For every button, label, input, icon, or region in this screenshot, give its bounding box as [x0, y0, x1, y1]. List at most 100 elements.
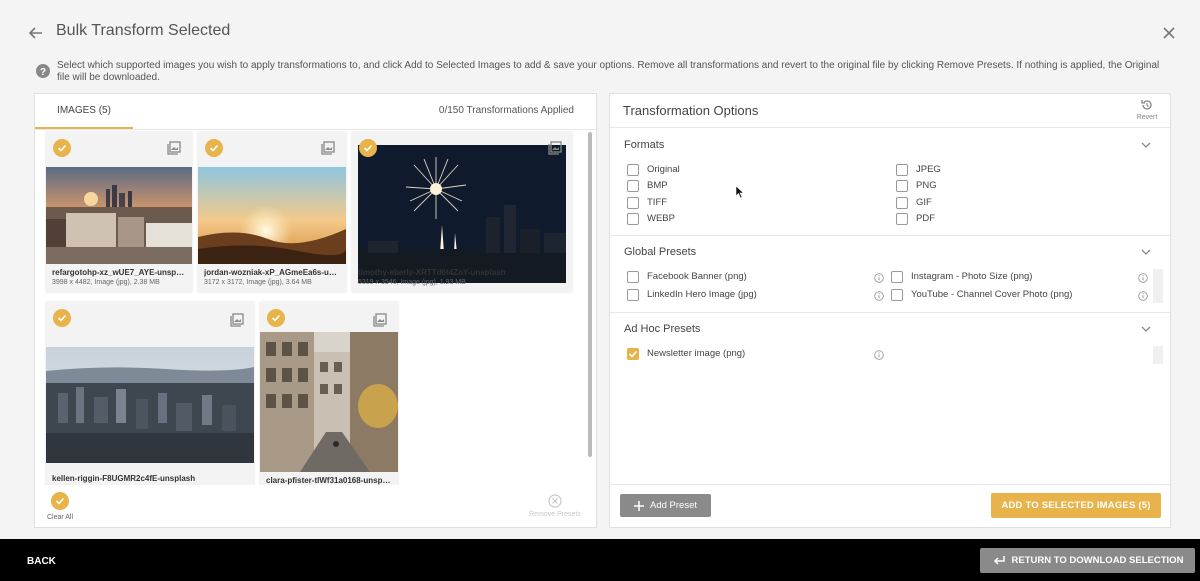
footer-bar: BACK RETURN TO DOWNLOAD SELECTION [0, 539, 1200, 581]
page-title: Bulk Transform Selected [56, 22, 231, 39]
checkbox-webp[interactable] [627, 213, 639, 225]
divider [610, 127, 1170, 128]
checkbox-pdf[interactable] [896, 213, 908, 225]
image-card[interactable]: refargotohp-xz_wUE7_AYE-unsplash 3998 x … [46, 132, 192, 292]
formats-section-title: Formats [624, 139, 665, 151]
return-icon [993, 555, 1005, 565]
checkbox-jpeg[interactable] [896, 164, 908, 176]
checkbox-bmp[interactable] [627, 180, 639, 192]
gallery-icon[interactable] [548, 141, 562, 155]
remove-presets-button[interactable]: Remove Presets [525, 494, 585, 518]
image-thumbnail [198, 167, 346, 264]
chevron-down-icon[interactable] [1140, 139, 1152, 151]
divider [610, 312, 1170, 313]
remove-presets-label: Remove Presets [529, 511, 581, 518]
preset-label: Facebook Banner (png) [647, 271, 747, 282]
gallery-icon[interactable] [230, 313, 244, 327]
clear-all-button[interactable]: Clear All [45, 492, 75, 521]
gallery-icon[interactable] [373, 313, 387, 327]
checkbox-instagram-photo[interactable] [891, 271, 903, 283]
transformation-options-panel: Transformation Options Revert Formats Or… [609, 93, 1171, 528]
image-meta: 3172 x 3172, Image (jpg), 3.64 MB [204, 279, 312, 286]
preset-label: LinkedIn Hero Image (jpg) [647, 289, 757, 300]
scrollbar[interactable] [1153, 269, 1163, 303]
selected-check-icon[interactable] [267, 309, 285, 327]
svg-text:?: ? [40, 67, 46, 78]
tab-images[interactable]: IMAGES (5) [35, 94, 133, 129]
plus-icon [634, 500, 644, 511]
image-grid: refargotohp-xz_wUE7_AYE-unsplash 3998 x … [35, 130, 596, 485]
image-filename: timothy-eberly-XRTTd6t4ZnY-unsplash [358, 268, 506, 277]
checkbox-gif[interactable] [896, 197, 908, 209]
scrollbar[interactable] [588, 132, 592, 457]
instructions-text: Select which supported images you wish t… [57, 60, 1160, 83]
checkbox-facebook-banner[interactable] [627, 271, 639, 283]
format-label: GIF [916, 197, 932, 208]
selected-check-icon[interactable] [205, 139, 223, 157]
image-card[interactable]: jordan-wozniak-xP_AGmeEa6s-unsplash 3172… [198, 132, 346, 292]
preset-label: Newsletter image (png) [647, 348, 746, 359]
image-card[interactable]: clara-pfister-tIWf31a0168-unsplash [260, 302, 398, 485]
back-arrow-icon[interactable] [27, 24, 45, 42]
format-label: PDF [916, 213, 935, 224]
checkbox-tiff[interactable] [627, 197, 639, 209]
format-label: WEBP [647, 213, 675, 224]
format-label: TIFF [647, 197, 668, 208]
image-thumbnail [260, 332, 398, 472]
scrollbar[interactable] [1153, 346, 1163, 364]
return-label: RETURN TO DOWNLOAD SELECTION [1011, 555, 1184, 566]
image-meta: 3998 x 4482, Image (jpg), 2.38 MB [52, 279, 160, 286]
back-button[interactable]: BACK [27, 556, 56, 567]
info-icon[interactable] [1138, 291, 1148, 301]
checkbox-original[interactable] [627, 164, 639, 176]
image-filename: kellen-riggin-F8UGMR2c4fE-unsplash [52, 474, 196, 483]
image-card[interactable]: kellen-riggin-F8UGMR2c4fE-unsplash [46, 302, 254, 485]
revert-button[interactable]: Revert [1132, 98, 1162, 121]
format-label: PNG [916, 180, 937, 191]
page-header: Bulk Transform Selected ? Select which s… [0, 0, 1200, 92]
preset-label: YouTube - Channel Cover Photo (png) [911, 289, 1073, 300]
image-meta: 5319 x 3546, Image (jpg), 1.93 MB [358, 279, 466, 286]
format-label: Original [647, 164, 680, 175]
add-to-selected-images-button[interactable]: ADD TO SELECTED IMAGES (5) [991, 493, 1161, 518]
image-card[interactable]: timothy-eberly-XRTTd6t4ZnY-unsplash 5319… [352, 132, 572, 292]
info-icon[interactable] [874, 350, 884, 360]
transformations-applied-count: 0/150 Transformations Applied [438, 105, 574, 116]
info-icon[interactable] [1138, 273, 1148, 283]
info-icon[interactable] [874, 291, 884, 301]
chevron-down-icon[interactable] [1140, 323, 1152, 335]
preset-label: Instagram - Photo Size (png) [911, 271, 1033, 282]
global-presets-section-title: Global Presets [624, 246, 697, 258]
image-thumbnail [358, 145, 566, 283]
format-label: JPEG [916, 164, 941, 175]
checkbox-youtube-cover[interactable] [891, 289, 903, 301]
info-icon[interactable] [874, 273, 884, 283]
gallery-icon[interactable] [321, 141, 335, 155]
chevron-down-icon[interactable] [1140, 246, 1152, 258]
add-preset-button[interactable]: Add Preset [620, 494, 711, 517]
mouse-cursor-icon [736, 186, 744, 199]
image-filename: clara-pfister-tIWf31a0168-unsplash [266, 476, 392, 485]
image-filename: jordan-wozniak-xP_AGmeEa6s-unsplash [204, 268, 340, 277]
close-icon[interactable] [1160, 24, 1178, 42]
images-panel: IMAGES (5) 0/150 Transformations Applied [34, 93, 597, 528]
clear-all-label: Clear All [46, 514, 74, 521]
return-to-download-selection-button[interactable]: RETURN TO DOWNLOAD SELECTION [980, 548, 1195, 573]
checkbox-png[interactable] [896, 180, 908, 192]
revert-icon [1141, 100, 1152, 110]
help-icon: ? [36, 64, 50, 78]
checkbox-newsletter-image[interactable] [627, 348, 639, 360]
divider [610, 484, 1170, 485]
check-circle-icon [51, 492, 69, 510]
selected-check-icon[interactable] [53, 309, 71, 327]
image-filename: refargotohp-xz_wUE7_AYE-unsplash [52, 268, 186, 277]
selected-check-icon[interactable] [359, 139, 377, 157]
divider [610, 235, 1170, 236]
gallery-icon[interactable] [167, 141, 181, 155]
transformation-options-title: Transformation Options [623, 103, 759, 118]
adhoc-presets-section-title: Ad Hoc Presets [624, 323, 701, 335]
add-preset-label: Add Preset [650, 500, 697, 511]
selected-check-icon[interactable] [53, 139, 71, 157]
remove-circle-icon [548, 494, 562, 508]
checkbox-linkedin-hero[interactable] [627, 289, 639, 301]
